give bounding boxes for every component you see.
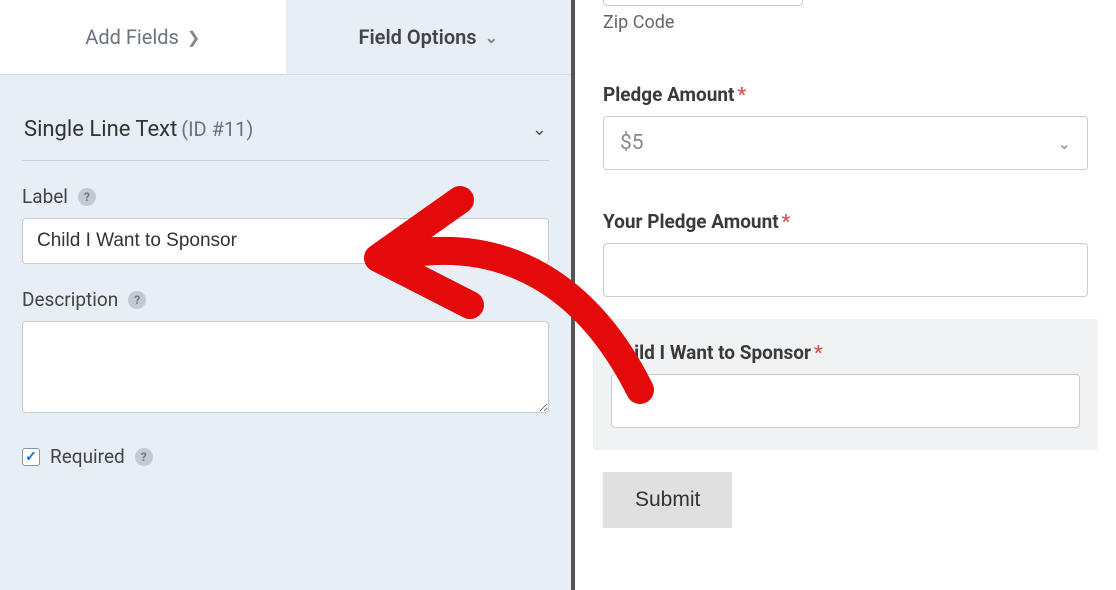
label-text: Your Pledge Amount xyxy=(603,210,779,233)
label-text: Label xyxy=(22,185,68,208)
required-label: Required xyxy=(50,445,125,468)
tab-field-options[interactable]: Field Options ⌄ xyxy=(286,0,572,74)
form-preview: Zip Code Pledge Amount* $5 ⌄ Your Pledge… xyxy=(575,0,1116,590)
pledge-amount-field: Pledge Amount* $5 ⌄ xyxy=(603,83,1088,170)
field-title-wrapper: Single Line Text (ID #11) xyxy=(24,117,253,142)
label-text: Description xyxy=(22,288,118,311)
tab-label: Field Options xyxy=(358,25,476,49)
zip-field: Zip Code xyxy=(603,0,1088,33)
label-row: Label ? xyxy=(22,185,549,208)
help-icon[interactable]: ? xyxy=(128,291,146,309)
zip-input[interactable] xyxy=(603,0,803,6)
field-options-panel: Add Fields ❯ Field Options ⌄ Single Line… xyxy=(0,0,575,590)
your-pledge-input[interactable] xyxy=(603,243,1088,297)
field-label: Pledge Amount* xyxy=(603,83,1088,106)
field-label: Child I Want to Sponsor* xyxy=(611,341,1080,364)
required-row: Required ? xyxy=(22,445,549,468)
field-type-title: Single Line Text xyxy=(24,117,177,142)
label-text: Child I Want to Sponsor xyxy=(611,341,811,364)
description-label-row: Description ? xyxy=(22,288,549,311)
tab-add-fields[interactable]: Add Fields ❯ xyxy=(0,0,286,74)
your-pledge-field: Your Pledge Amount* xyxy=(603,210,1088,297)
description-input[interactable] xyxy=(22,321,549,413)
select-value: $5 xyxy=(620,131,644,155)
panel-tabs: Add Fields ❯ Field Options ⌄ xyxy=(0,0,571,75)
help-icon[interactable]: ? xyxy=(135,448,153,466)
selected-field-block[interactable]: Child I Want to Sponsor* xyxy=(593,319,1098,450)
chevron-right-icon: ❯ xyxy=(187,28,200,47)
zip-sublabel: Zip Code xyxy=(603,12,1088,33)
chevron-down-icon: ⌄ xyxy=(485,28,498,47)
child-sponsor-input[interactable] xyxy=(611,374,1080,428)
label-input[interactable] xyxy=(22,218,549,264)
field-id: (ID #11) xyxy=(181,117,253,141)
required-asterisk: * xyxy=(782,210,791,233)
field-label: Your Pledge Amount* xyxy=(603,210,1088,233)
submit-button[interactable]: Submit xyxy=(603,472,732,528)
label-text: Pledge Amount xyxy=(603,83,734,106)
chevron-down-icon: ⌄ xyxy=(532,119,547,140)
required-checkbox[interactable] xyxy=(22,448,40,466)
required-asterisk: * xyxy=(814,341,823,364)
required-asterisk: * xyxy=(737,83,746,106)
panel-body: Single Line Text (ID #11) ⌄ Label ? Desc… xyxy=(0,75,571,490)
tab-label: Add Fields xyxy=(85,25,179,49)
label-group: Label ? xyxy=(22,185,549,264)
chevron-down-icon: ⌄ xyxy=(1058,134,1071,153)
pledge-amount-select[interactable]: $5 ⌄ xyxy=(603,116,1088,170)
field-type-header[interactable]: Single Line Text (ID #11) ⌄ xyxy=(22,97,549,161)
help-icon[interactable]: ? xyxy=(78,188,96,206)
description-group: Description ? xyxy=(22,288,549,417)
